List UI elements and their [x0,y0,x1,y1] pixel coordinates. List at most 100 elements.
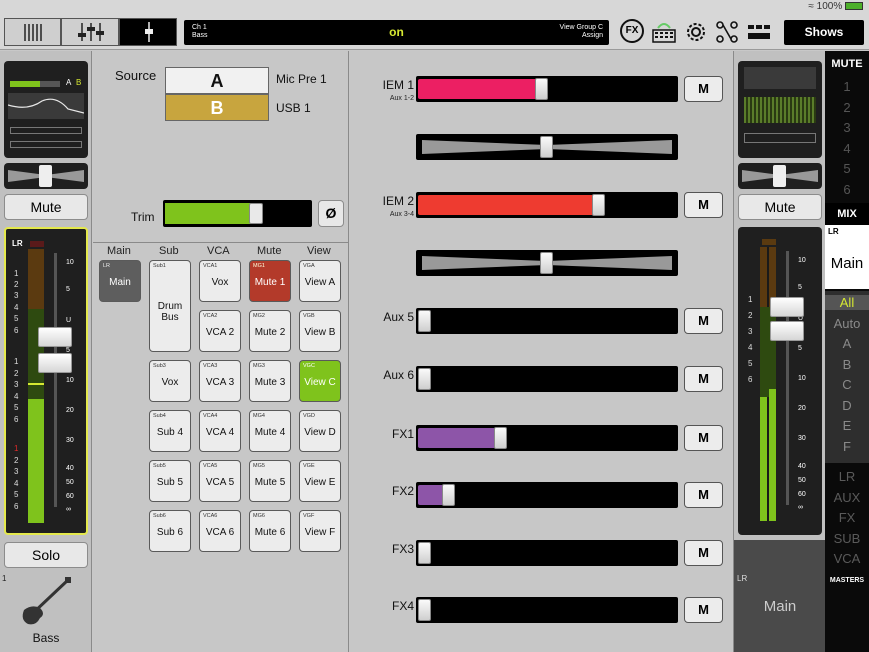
mute-group-item[interactable]: 6 [825,182,869,197]
mix-pan-control[interactable] [416,250,678,276]
assign-vca-5[interactable]: VCA5 VCA 5 [199,460,241,502]
mix-pan-knob[interactable] [540,252,553,274]
keyboard-button[interactable] [651,19,677,45]
master-pan-knob[interactable] [773,165,786,187]
mix-send-fader[interactable] [416,366,678,392]
mix-send-knob[interactable] [493,427,507,449]
view-group-item[interactable]: All [825,295,869,310]
mix-mute-button[interactable]: M [684,366,723,392]
mix-send-fader[interactable] [416,76,678,102]
source-b-button[interactable]: B [165,94,269,121]
settings-button[interactable] [683,19,709,45]
mix-mute-button[interactable]: M [684,482,723,508]
mute-group-item[interactable]: 5 [825,161,869,176]
assign-mute-4[interactable]: MG4 Mute 4 [249,410,291,452]
channels-view-button[interactable] [4,18,61,46]
assign-mute-3[interactable]: MG3 Mute 3 [249,360,291,402]
source-a-button[interactable]: A [165,67,269,94]
mix-send-fader[interactable] [416,540,678,566]
assign-vca-1[interactable]: VCA1 Vox [199,260,241,302]
phase-invert-button[interactable]: Ø [318,200,344,227]
assign-view-1[interactable]: VGA View A [299,260,341,302]
mute-group-item[interactable]: 4 [825,141,869,156]
view-group-item[interactable]: D [825,398,869,413]
view-group-item[interactable]: F [825,439,869,454]
fx-button[interactable]: FX [620,19,646,45]
master-overview[interactable] [738,61,822,158]
fader-cap-secondary[interactable] [38,353,72,373]
assign-view-2[interactable]: VGB View B [299,310,341,352]
assign-sub-6[interactable]: Sub6 Sub 6 [149,510,191,552]
master-fader-cap-secondary[interactable] [770,321,804,341]
channel-overview[interactable]: A B [4,61,88,158]
shows-button[interactable]: Shows [784,20,864,45]
current-mix-footer[interactable]: LR Main [734,540,826,652]
assign-mute-1[interactable]: MG1 Mute 1 [249,260,291,302]
view-group-item[interactable]: Auto [825,316,869,331]
mix-send-knob[interactable] [534,78,548,100]
layout-button[interactable] [746,19,772,45]
pan-control[interactable] [4,163,88,189]
assign-view-6[interactable]: VGF View F [299,510,341,552]
mix-mute-button[interactable]: M [684,192,723,218]
assign-vca-2[interactable]: VCA2 VCA 2 [199,310,241,352]
view-group-item[interactable]: C [825,377,869,392]
mute-group-item[interactable]: 1 [825,79,869,94]
routing-button[interactable] [714,19,740,45]
mix-send-knob[interactable] [418,368,431,390]
mix-mute-button[interactable]: M [684,76,723,102]
mute-group-item[interactable]: 2 [825,100,869,115]
single-channel-view-button[interactable] [119,18,177,46]
pan-knob[interactable] [39,165,52,187]
mix-send-fader[interactable] [416,597,678,623]
mix-pan-control[interactable] [416,134,678,160]
assign-view-4[interactable]: VGD View D [299,410,341,452]
mix-send-fader[interactable] [416,425,678,451]
assign-mute-2[interactable]: MG2 Mute 2 [249,310,291,352]
fader-cap-main[interactable] [38,327,72,347]
master-mute-button[interactable]: Mute [738,194,822,220]
view-group-item[interactable]: B [825,357,869,372]
assign-vca-4[interactable]: VCA4 VCA 4 [199,410,241,452]
view-group-item[interactable]: E [825,418,869,433]
mix-send-knob[interactable] [591,194,605,216]
view-group-item[interactable]: A [825,336,869,351]
trim-knob[interactable] [248,203,263,224]
layer-item[interactable]: AUX [825,490,869,505]
mute-button[interactable]: Mute [4,194,88,220]
assign-vca-6[interactable]: VCA6 VCA 6 [199,510,241,552]
assign-view-3[interactable]: VGC View C [299,360,341,402]
mix-mute-button[interactable]: M [684,425,723,451]
assign-mute-5[interactable]: MG5 Mute 5 [249,460,291,502]
master-pan-control[interactable] [738,163,822,189]
assign-mute-6[interactable]: MG6 Mute 6 [249,510,291,552]
channel-display[interactable]: Ch 1 Bass on View Group C Assign [184,20,609,45]
master-fader-cap[interactable] [770,297,804,317]
mix-send-fader[interactable] [416,308,678,334]
mix-mute-button[interactable]: M [684,308,723,334]
assign-main-lr[interactable]: LR Main [99,260,141,302]
mix-send-knob[interactable] [418,599,431,621]
mix-send-knob[interactable] [441,484,455,506]
current-mix-box[interactable]: LR Main [825,225,869,289]
layer-item[interactable]: FX [825,510,869,525]
mix-mute-button[interactable]: M [684,597,723,623]
assign-sub-5[interactable]: Sub5 Sub 5 [149,460,191,502]
mix-mute-button[interactable]: M [684,540,723,566]
mute-group-item[interactable]: 3 [825,120,869,135]
mix-send-fader[interactable] [416,482,678,508]
trim-slider[interactable] [163,200,312,227]
assign-sub-1[interactable]: Sub1 Drum Bus [149,260,191,352]
mixer-view-button[interactable] [61,18,119,46]
solo-button[interactable]: Solo [4,542,88,568]
layer-item[interactable]: LR [825,469,869,484]
mix-send-knob[interactable] [418,310,431,332]
assign-view-5[interactable]: VGE View E [299,460,341,502]
layer-item[interactable]: SUB [825,531,869,546]
layer-item[interactable]: VCA [825,551,869,566]
assign-sub-4[interactable]: Sub4 Sub 4 [149,410,191,452]
assign-vca-3[interactable]: VCA3 VCA 3 [199,360,241,402]
mix-pan-knob[interactable] [540,136,553,158]
mix-send-fader[interactable] [416,192,678,218]
bass-guitar-icon[interactable] [18,576,74,628]
